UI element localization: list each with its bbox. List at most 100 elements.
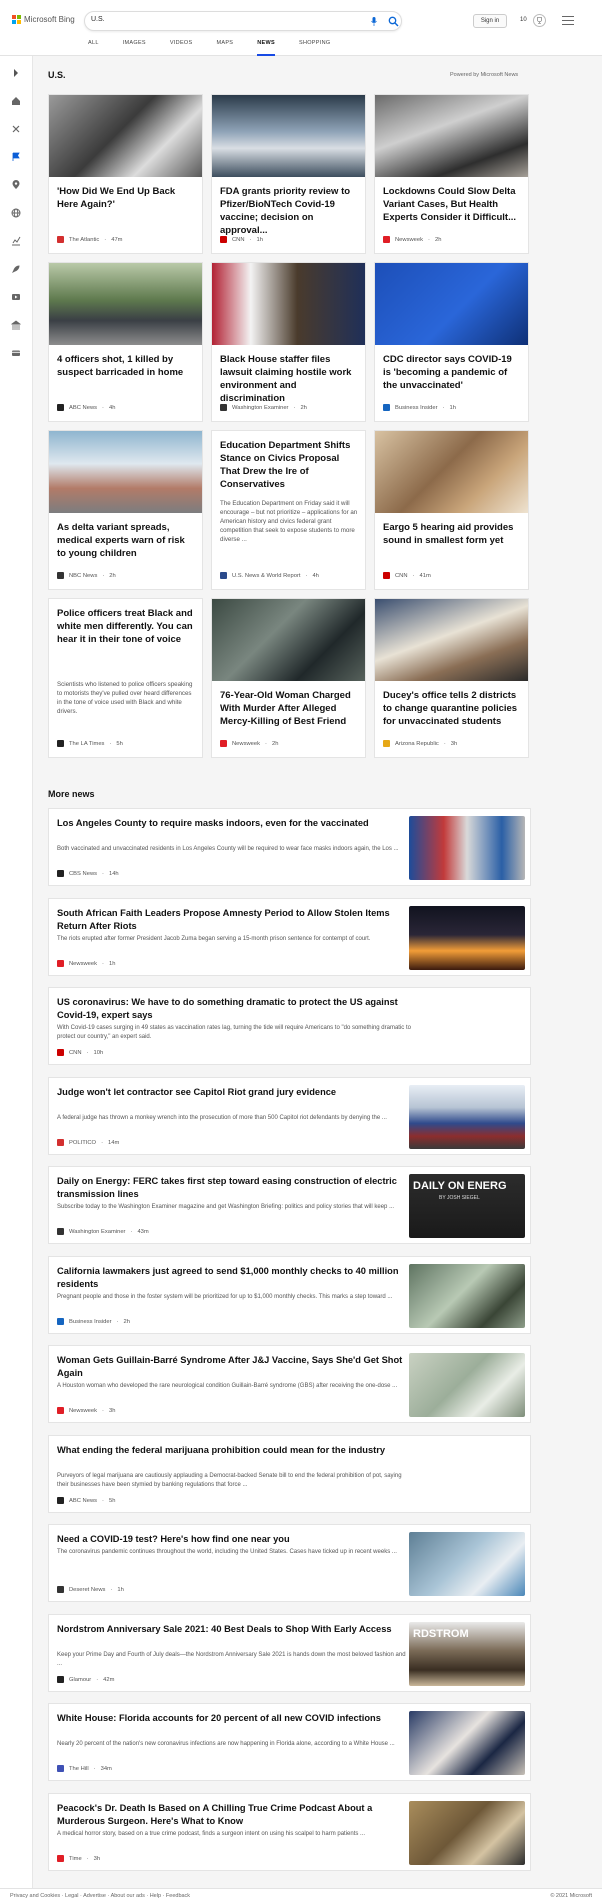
more-news-thumbnail[interactable] <box>409 906 525 970</box>
news-card-title[interactable]: 4 officers shot, 1 killed by suspect bar… <box>57 353 196 379</box>
tab-maps[interactable]: MAPS <box>216 40 233 56</box>
sign-in-button[interactable]: Sign in <box>473 14 507 28</box>
news-card-source[interactable]: The LA Times · 5h <box>57 740 123 747</box>
news-card-title[interactable]: Black House staffer files lawsuit claimi… <box>220 353 359 405</box>
more-news-source[interactable]: Newsweek · 1h <box>57 960 115 967</box>
news-card-source[interactable]: Newsweek · 2h <box>383 236 441 243</box>
more-news-item[interactable]: Judge won't let contractor see Capitol R… <box>48 1077 531 1155</box>
news-card-source[interactable]: CNN · 1h <box>220 236 263 243</box>
news-card[interactable]: Eargo 5 hearing aid provides sound in sm… <box>374 430 529 590</box>
more-news-item[interactable]: Woman Gets Guillain-Barré Syndrome After… <box>48 1345 531 1423</box>
news-card-image[interactable] <box>375 95 528 177</box>
more-news-item[interactable]: South African Faith Leaders Propose Amne… <box>48 898 531 976</box>
location-icon[interactable] <box>11 180 21 190</box>
more-news-thumbnail[interactable] <box>409 1801 525 1865</box>
news-card-title[interactable]: 'How Did We End Up Back Here Again?' <box>57 185 196 211</box>
news-card-title[interactable]: Police officers treat Black and white me… <box>57 607 196 646</box>
news-card-source[interactable]: The Atlantic · 47m <box>57 236 123 243</box>
more-news-thumbnail[interactable] <box>409 816 525 880</box>
more-news-item[interactable]: California lawmakers just agreed to send… <box>48 1256 531 1334</box>
news-card[interactable]: As delta variant spreads, medical expert… <box>48 430 203 590</box>
more-news-item[interactable]: Daily on Energy: FERC takes first step t… <box>48 1166 531 1244</box>
tools-icon[interactable] <box>11 124 21 134</box>
more-news-source[interactable]: POLITICO · 14m <box>57 1139 119 1146</box>
more-news-source[interactable]: Business Insider · 2h <box>57 1318 130 1325</box>
video-icon[interactable] <box>11 292 21 302</box>
more-news-title-link[interactable]: Daily on Energy: FERC takes first step t… <box>57 1175 412 1201</box>
more-news-thumbnail[interactable]: DAILY ON ENERG BY JOSH SIEGEL <box>409 1174 525 1238</box>
news-card[interactable]: FDA grants priority review to Pfizer/Bio… <box>211 94 366 254</box>
bank-icon[interactable] <box>11 320 21 330</box>
rocket-icon[interactable] <box>11 264 21 274</box>
more-news-item[interactable]: Nordstrom Anniversary Sale 2021: 40 Best… <box>48 1614 531 1692</box>
news-card-image[interactable] <box>375 599 528 681</box>
news-card-source[interactable]: U.S. News & World Report · 4h <box>220 572 319 579</box>
card-icon[interactable] <box>11 348 21 358</box>
more-news-title-link[interactable]: Peacock's Dr. Death Is Based on A Chilli… <box>57 1802 412 1828</box>
news-card-source[interactable]: Business Insider · 1h <box>383 404 456 411</box>
more-news-source[interactable]: Time · 3h <box>57 1855 100 1862</box>
powered-by[interactable]: Powered by Microsoft News <box>450 72 518 78</box>
more-news-thumbnail[interactable] <box>409 1532 525 1596</box>
more-news-source[interactable]: Newsweek · 3h <box>57 1407 115 1414</box>
home-icon[interactable] <box>11 96 21 106</box>
more-news-title-link[interactable]: Woman Gets Guillain-Barré Syndrome After… <box>57 1354 412 1380</box>
news-card-image[interactable] <box>375 263 528 345</box>
more-news-title-link[interactable]: California lawmakers just agreed to send… <box>57 1265 412 1291</box>
news-card[interactable]: CDC director says COVID-19 is 'becoming … <box>374 262 529 422</box>
news-card-image[interactable] <box>212 599 365 681</box>
more-news-source[interactable]: Deseret News · 1h <box>57 1586 124 1593</box>
tab-shopping[interactable]: SHOPPING <box>299 40 330 56</box>
tab-news[interactable]: NEWS <box>257 40 275 56</box>
news-card-source[interactable]: CNN · 41m <box>383 572 431 579</box>
news-card-image[interactable] <box>49 431 202 513</box>
news-card[interactable]: 'How Did We End Up Back Here Again?' The … <box>48 94 203 254</box>
news-card-title[interactable]: FDA grants priority review to Pfizer/Bio… <box>220 185 359 237</box>
search-box[interactable] <box>84 11 402 31</box>
search-input[interactable] <box>91 16 351 23</box>
news-card-source[interactable]: Newsweek · 2h <box>220 740 278 747</box>
news-card-source[interactable]: Washington Examiner · 2h <box>220 404 307 411</box>
more-news-thumbnail[interactable] <box>409 1264 525 1328</box>
more-news-source[interactable]: CNN · 10h <box>57 1049 103 1056</box>
more-news-title-link[interactable]: What ending the federal marijuana prohib… <box>57 1444 412 1457</box>
news-card-source[interactable]: NBC News · 2h <box>57 572 116 579</box>
tab-videos[interactable]: VIDEOS <box>170 40 193 56</box>
expand-icon[interactable] <box>11 68 21 78</box>
news-card-title[interactable]: Ducey's office tells 2 districts to chan… <box>383 689 522 728</box>
more-news-title-link[interactable]: Los Angeles County to require masks indo… <box>57 817 412 830</box>
news-card-title[interactable]: CDC director says COVID-19 is 'becoming … <box>383 353 522 392</box>
bing-logo[interactable]: Microsoft Bing <box>12 15 75 24</box>
news-card-image[interactable] <box>212 95 365 177</box>
tab-images[interactable]: IMAGES <box>123 40 146 56</box>
more-news-item[interactable]: Peacock's Dr. Death Is Based on A Chilli… <box>48 1793 531 1871</box>
news-card[interactable]: 4 officers shot, 1 killed by suspect bar… <box>48 262 203 422</box>
more-news-title-link[interactable]: Judge won't let contractor see Capitol R… <box>57 1086 412 1099</box>
microphone-icon[interactable] <box>371 17 377 26</box>
more-news-thumbnail[interactable] <box>409 1711 525 1775</box>
globe-icon[interactable] <box>11 208 21 218</box>
news-card-source[interactable]: ABC News · 4h <box>57 404 115 411</box>
more-news-source[interactable]: ABC News · 5h <box>57 1497 115 1504</box>
news-card-title[interactable]: As delta variant spreads, medical expert… <box>57 521 196 560</box>
news-card-image[interactable] <box>212 263 365 345</box>
tab-all[interactable]: ALL <box>88 40 99 56</box>
news-card-title[interactable]: Education Department Shifts Stance on Ci… <box>220 439 359 491</box>
more-news-title-link[interactable]: Nordstrom Anniversary Sale 2021: 40 Best… <box>57 1623 412 1636</box>
news-card[interactable]: Police officers treat Black and white me… <box>48 598 203 758</box>
more-news-thumbnail[interactable] <box>409 1085 525 1149</box>
rewards-trophy-icon[interactable] <box>533 14 546 27</box>
footer-links[interactable]: Privacy and Cookies · Legal · Advertise … <box>10 1893 190 1899</box>
news-card[interactable]: Black House staffer files lawsuit claimi… <box>211 262 366 422</box>
hamburger-menu-icon[interactable] <box>562 16 574 25</box>
news-card-title[interactable]: Eargo 5 hearing aid provides sound in sm… <box>383 521 522 547</box>
more-news-source[interactable]: The Hill · 34m <box>57 1765 112 1772</box>
news-card[interactable]: Ducey's office tells 2 districts to chan… <box>374 598 529 758</box>
news-card[interactable]: Education Department Shifts Stance on Ci… <box>211 430 366 590</box>
more-news-item[interactable]: White House: Florida accounts for 20 per… <box>48 1703 531 1781</box>
rewards-points[interactable]: 10 <box>520 17 527 23</box>
more-news-title-link[interactable]: White House: Florida accounts for 20 per… <box>57 1712 412 1725</box>
news-card[interactable]: 76-Year-Old Woman Charged With Murder Af… <box>211 598 366 758</box>
news-card-image[interactable] <box>49 263 202 345</box>
search-icon[interactable] <box>388 16 399 27</box>
